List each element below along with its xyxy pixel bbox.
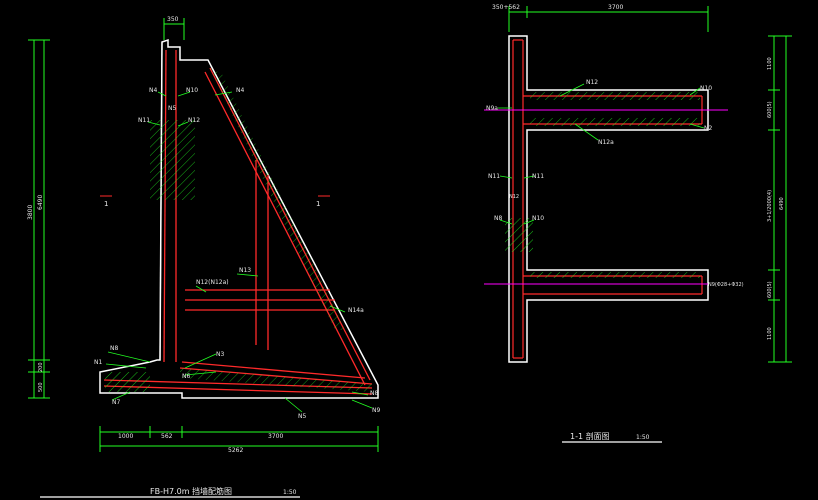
dim-left-3800: 3800: [27, 205, 34, 220]
r-label-N8: N8: [494, 215, 502, 222]
left-view-scale: 1:50: [283, 489, 297, 496]
label-N5-mid: N5: [168, 105, 176, 112]
section-mark-right: 1: [316, 200, 320, 208]
label-N11: N11: [138, 117, 150, 124]
dim-bottom-562: 562: [161, 433, 173, 440]
r-label-N9: N9(Φ28+Φ32): [708, 282, 744, 288]
label-N8-heel: N8: [370, 390, 378, 397]
label-N3: N3: [216, 351, 224, 358]
hatch-lower: [105, 372, 150, 392]
dim-left-500: 500: [38, 382, 44, 392]
label-N1: N1: [94, 359, 102, 366]
left-view-title: FB-H7.0m 挡墙配筋图: [150, 486, 232, 496]
r-label-N9a: N9a: [486, 105, 498, 112]
dim-right-mid: 3+1/2000(4): [767, 190, 773, 222]
r-label-N10: N10: [700, 85, 712, 92]
dim-left-6490: 6490: [37, 195, 44, 210]
dim-bottom-1000: 1000: [118, 433, 133, 440]
dim-bottom-3700: 3700: [268, 433, 283, 440]
label-N4-top: N4: [149, 87, 157, 94]
hatch-top-slab-top: [530, 92, 700, 100]
r-label-N11-right: N11: [532, 173, 544, 180]
label-N5-bot: N5: [298, 413, 306, 420]
label-N14a: N14a: [348, 307, 364, 314]
r-label-N12a: N12a: [598, 139, 614, 146]
dim-left-200: 200: [38, 362, 44, 372]
right-view-title: 1-1 剖面图: [570, 431, 610, 441]
hatch-bottom-slab: [530, 272, 700, 278]
hatch-top-slab-bot: [530, 118, 700, 126]
label-N9: N9: [372, 407, 380, 414]
label-N13: N13: [239, 267, 251, 274]
hatch-upper: [150, 120, 195, 200]
label-N6: N6: [182, 373, 190, 380]
label-N12: N12: [188, 117, 200, 124]
dim-bottom-5262: 5262: [228, 447, 243, 454]
label-N4-slope: N4: [236, 87, 244, 94]
r-label-N11-left: N11: [488, 173, 500, 180]
dim-top-350: 350: [167, 16, 179, 23]
section-mark-left: 1: [104, 200, 108, 208]
label-N8-toe: N8: [110, 345, 118, 352]
dim-top-350-562: 350+562: [492, 4, 520, 11]
right-view-scale: 1:50: [636, 434, 650, 441]
dim-right-6490: 6490: [779, 197, 785, 210]
dim-right-1100-bot: 1100: [767, 327, 773, 340]
r-label-N12-top: N12: [586, 79, 598, 86]
dim-right-600-top: 600(5): [767, 101, 773, 118]
dim-right-1100-top: 1100: [767, 57, 773, 70]
r-label-N12-mid: N12: [509, 194, 519, 200]
dim-right-600-bot: 600(5): [767, 281, 773, 298]
label-N12a: N12(N12a): [196, 279, 229, 286]
r-label-N10-mid: N10: [532, 215, 544, 222]
label-N7: N7: [112, 399, 120, 406]
r-label-N2: N2: [704, 125, 712, 132]
dim-top-3700-right: 3700: [608, 4, 623, 11]
label-N10: N10: [186, 87, 198, 94]
cad-drawing-canvas: 350 3800 6490 200 500 1000 562 3700 5262…: [0, 0, 818, 500]
